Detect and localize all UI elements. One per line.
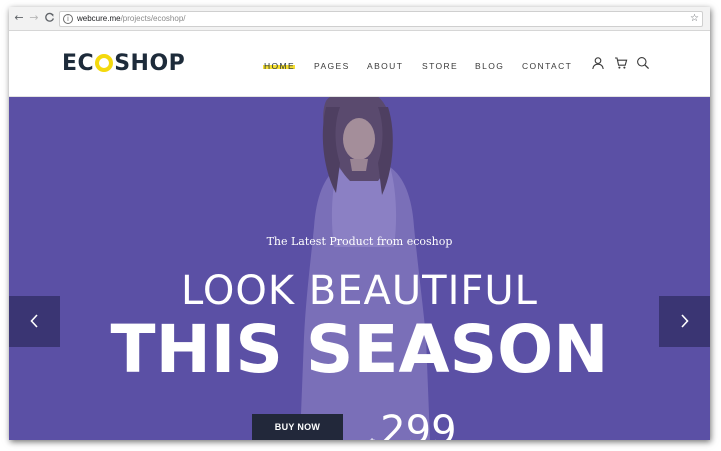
reload-icon[interactable]	[42, 11, 56, 25]
chevron-right-icon	[681, 314, 689, 328]
back-icon[interactable]: ←	[12, 11, 26, 25]
address-bar[interactable]: i webcure.me/projects/ecoshop/ ☆	[59, 11, 703, 27]
price: $299	[367, 411, 457, 440]
browser-toolbar: ← → i webcure.me/projects/ecoshop/ ☆	[9, 7, 710, 31]
user-icon[interactable]	[591, 56, 607, 72]
slider-prev-button[interactable]	[9, 296, 60, 347]
nav-item-label: PAGES	[314, 61, 350, 71]
nav-item-label: ABOUT	[367, 61, 404, 71]
forward-icon[interactable]: →	[27, 11, 41, 25]
logo-ring-icon	[95, 54, 114, 72]
hero-title: THIS SEASON	[110, 311, 609, 388]
url-path: /projects/ecoshop/	[120, 14, 186, 23]
nav-item-label: CONTACT	[522, 61, 573, 71]
hero-headline: LOOK BEAUTIFUL	[181, 268, 538, 314]
price-currency: $	[367, 435, 377, 440]
cart-icon[interactable]	[614, 56, 630, 72]
bookmark-star-icon[interactable]: ☆	[690, 13, 699, 25]
nav-item-contact[interactable]: CONTACT	[522, 59, 572, 73]
logo-text-start: EC	[62, 51, 95, 76]
site-header: EC SHOP HOME PAGES ABOUT STORE BLOG CONTA…	[9, 32, 710, 97]
buy-now-button[interactable]: BUY NOW	[252, 414, 343, 440]
url-host: webcure.me	[77, 14, 121, 23]
nav-item-home[interactable]: HOME	[263, 59, 296, 73]
nav-item-about[interactable]: ABOUT	[367, 59, 403, 73]
browser-window: ← → i webcure.me/projects/ecoshop/ ☆ EC S…	[9, 7, 710, 440]
info-icon[interactable]: i	[63, 14, 73, 24]
nav-item-label: HOME	[264, 61, 296, 71]
nav-item-label: STORE	[422, 61, 459, 71]
nav-item-label: BLOG	[475, 61, 505, 71]
slider-next-button[interactable]	[659, 296, 710, 347]
ecoshop-logo[interactable]: EC SHOP	[62, 51, 185, 77]
search-icon[interactable]	[636, 56, 652, 72]
price-value: 299	[380, 408, 457, 440]
chevron-left-icon	[30, 314, 38, 328]
hero-tagline: The Latest Product from ecoshop	[266, 235, 453, 248]
nav-item-pages[interactable]: PAGES	[314, 59, 350, 73]
nav-item-store[interactable]: STORE	[422, 59, 458, 73]
nav-item-blog[interactable]: BLOG	[475, 59, 504, 73]
hero-slider: The Latest Product from ecoshop LOOK BEA…	[9, 97, 710, 440]
url-text: webcure.me/projects/ecoshop/	[77, 13, 186, 25]
logo-text-end: SHOP	[114, 51, 186, 76]
